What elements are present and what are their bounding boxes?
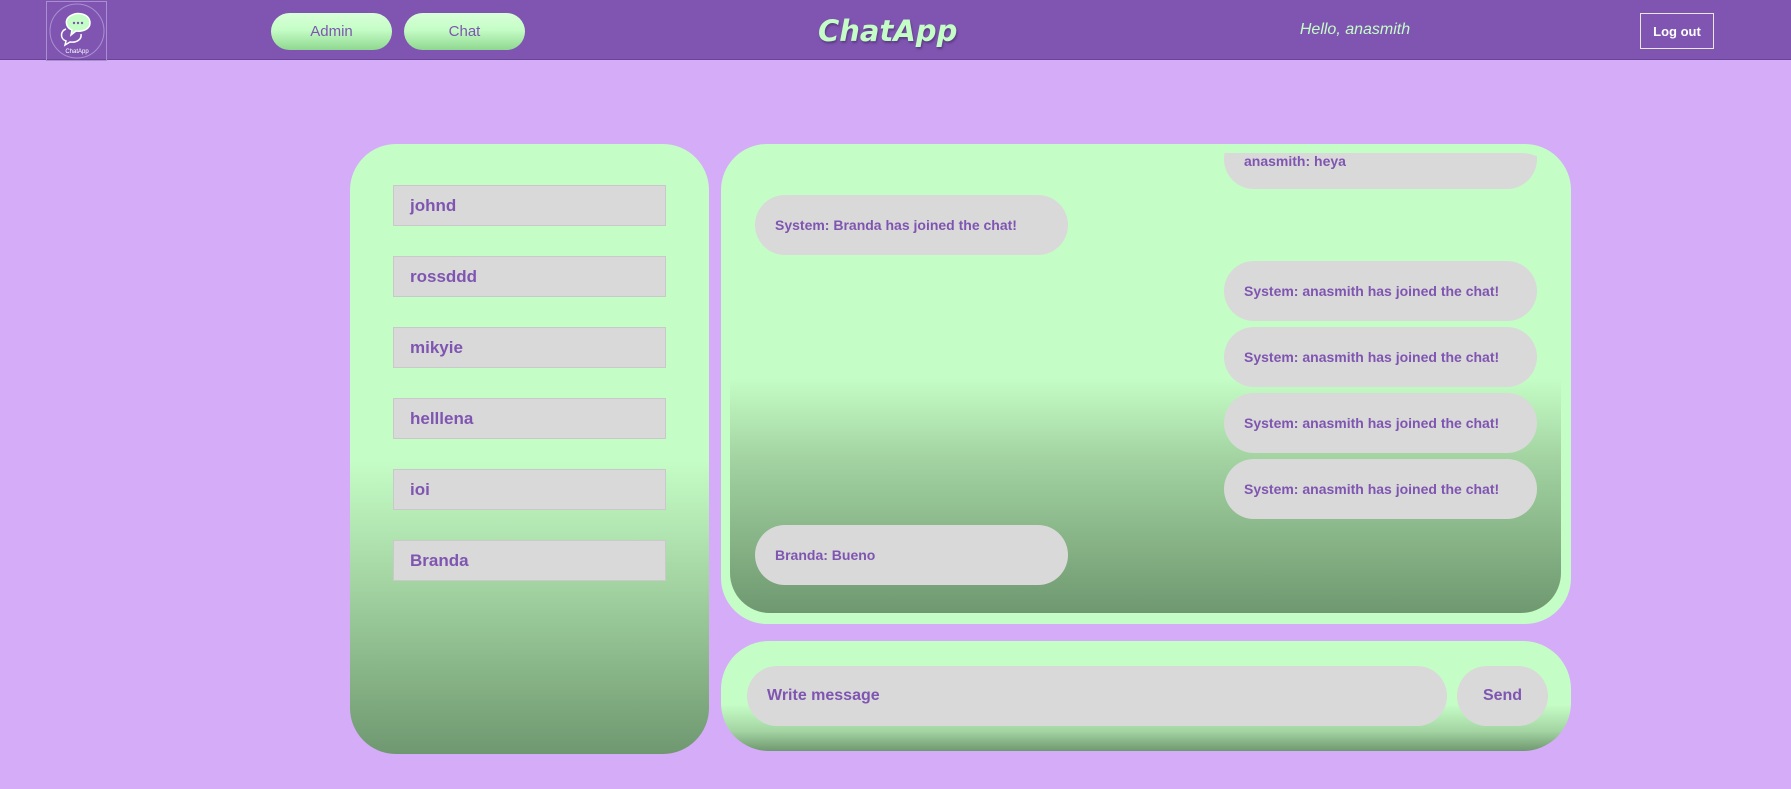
chat-message: System: anasmith has joined the chat! <box>1224 393 1537 453</box>
users-panel: johnd rossddd mikyie helllena ioi Branda <box>350 144 709 754</box>
composer-bar: Write message Send <box>721 641 1571 751</box>
chat-message: Branda: Bueno <box>755 525 1068 585</box>
chat-message: System: Branda has joined the chat! <box>755 195 1068 255</box>
user-item-ioi[interactable]: ioi <box>393 469 666 510</box>
app-logo[interactable]: ChatApp <box>46 1 107 61</box>
top-header: ChatApp Admin Chat ChatApp Hello, anasmi… <box>0 0 1791 61</box>
chat-button[interactable]: Chat <box>404 13 525 50</box>
chat-bubbles-icon: ChatApp <box>49 3 104 59</box>
chat-message: anasmith: heya <box>1224 153 1537 189</box>
user-item-johnd[interactable]: johnd <box>393 185 666 226</box>
user-item-helllena[interactable]: helllena <box>393 398 666 439</box>
message-list[interactable]: anasmith: heya System: Branda has joined… <box>730 153 1561 613</box>
message-input[interactable]: Write message <box>747 666 1447 726</box>
brand-title: ChatApp <box>818 14 958 48</box>
chat-window: anasmith: heya System: Branda has joined… <box>721 144 1571 624</box>
user-item-mikyie[interactable]: mikyie <box>393 327 666 368</box>
user-greeting: Hello, anasmith <box>1299 21 1411 38</box>
chat-message: System: anasmith has joined the chat! <box>1224 327 1537 387</box>
logout-button[interactable]: Log out <box>1640 13 1714 49</box>
admin-button[interactable]: Admin <box>271 13 392 50</box>
chat-message: System: anasmith has joined the chat! <box>1224 261 1537 321</box>
user-item-rossddd[interactable]: rossddd <box>393 256 666 297</box>
send-button[interactable]: Send <box>1457 666 1548 726</box>
user-item-branda[interactable]: Branda <box>393 540 666 581</box>
logo-text: ChatApp <box>65 49 89 55</box>
chat-message: System: anasmith has joined the chat! <box>1224 459 1537 519</box>
